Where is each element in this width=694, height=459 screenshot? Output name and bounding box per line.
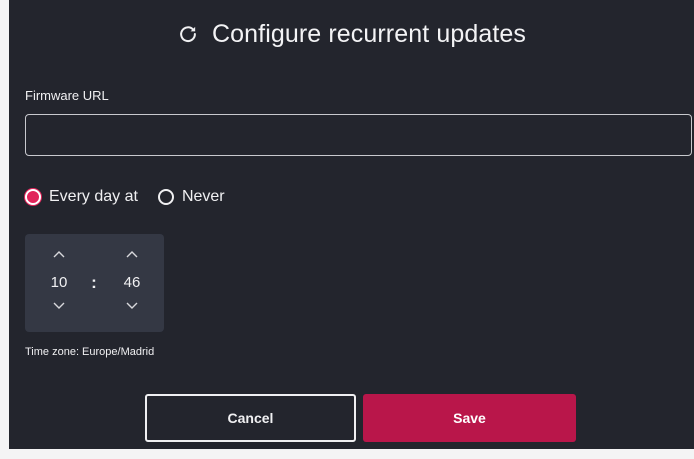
hour-decrement-chevron-down-icon[interactable]	[41, 301, 77, 317]
hour-column: 10	[41, 234, 77, 332]
radio-unchecked-icon[interactable]	[157, 189, 174, 205]
radio-never[interactable]: Never	[157, 188, 225, 206]
minute-increment-chevron-up-icon[interactable]	[114, 249, 150, 265]
configure-updates-dialog: Configure recurrent updates Firmware URL…	[9, 0, 694, 449]
schedule-radio-group: Every day at Never	[25, 186, 225, 208]
save-button[interactable]: Save	[363, 394, 576, 442]
hour-increment-chevron-up-icon[interactable]	[41, 249, 77, 265]
firmware-url-input[interactable]	[25, 114, 692, 156]
time-picker: 10 : 46	[25, 234, 164, 332]
hour-value[interactable]: 10	[41, 274, 77, 291]
firmware-url-label: Firmware URL	[25, 88, 109, 103]
cancel-button[interactable]: Cancel	[145, 394, 356, 442]
refresh-icon	[177, 23, 199, 45]
radio-every-day[interactable]: Every day at	[25, 188, 138, 206]
dialog-header: Configure recurrent updates	[9, 14, 694, 54]
dialog-title: Configure recurrent updates	[212, 19, 526, 48]
radio-never-label: Never	[181, 188, 225, 205]
radio-checked-icon[interactable]	[25, 189, 41, 205]
minute-decrement-chevron-down-icon[interactable]	[114, 301, 150, 317]
radio-every-day-label: Every day at	[49, 188, 138, 205]
minute-column: 46	[114, 234, 150, 332]
minute-value[interactable]: 46	[114, 274, 150, 291]
timezone-label: Time zone: Europe/Madrid	[25, 346, 155, 358]
time-separator: :	[91, 273, 97, 292]
